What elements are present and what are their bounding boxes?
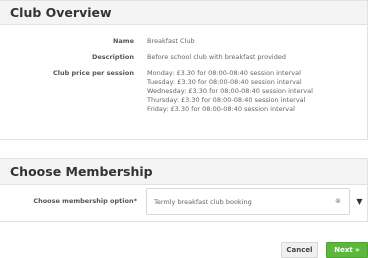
cancel-button[interactable]: Cancel bbox=[281, 242, 318, 258]
price-label: Club price per session bbox=[52, 69, 134, 77]
choose-membership-header: Choose Membership bbox=[0, 159, 367, 185]
description-label: Description bbox=[91, 53, 134, 61]
price-wednesday: Wednesday: £3.30 for 08:00-08:40 session… bbox=[147, 87, 313, 95]
next-button[interactable]: Next » bbox=[326, 242, 368, 258]
dropdown-toggle-button[interactable]: ▼ bbox=[351, 188, 368, 215]
price-friday: Friday: £3.30 for 08:00-08:40 session in… bbox=[147, 105, 295, 113]
price-tuesday: Tuesday: £3.30 for 08:00-08:40 session i… bbox=[147, 78, 302, 86]
name-label: Name bbox=[112, 37, 134, 45]
club-overview-title: Club Overview bbox=[10, 5, 112, 20]
name-value: Breakfast Club bbox=[147, 37, 195, 45]
choose-membership-panel: Choose Membership Choose membership opti… bbox=[0, 158, 368, 222]
membership-option-value: Termly breakfast club booking bbox=[154, 198, 252, 206]
clear-icon[interactable]: ⊗ bbox=[335, 197, 341, 205]
membership-option-select[interactable]: Termly breakfast club booking ⊗ bbox=[146, 188, 350, 215]
membership-option-label: Choose membership option* bbox=[33, 197, 137, 205]
choose-membership-title: Choose Membership bbox=[10, 164, 153, 179]
caret-down-icon: ▼ bbox=[356, 197, 363, 206]
club-overview-header: Club Overview bbox=[0, 1, 367, 25]
price-monday: Monday: £3.30 for 08:00-08:40 session in… bbox=[147, 69, 301, 77]
club-overview-panel: Club Overview Name Breakfast Club Descri… bbox=[0, 0, 368, 140]
price-list: Monday: £3.30 for 08:00-08:40 session in… bbox=[147, 69, 313, 114]
price-thursday: Thursday: £3.30 for 08:00-08:40 session … bbox=[147, 96, 306, 104]
description-value: Before school club with breakfast provid… bbox=[147, 53, 286, 61]
